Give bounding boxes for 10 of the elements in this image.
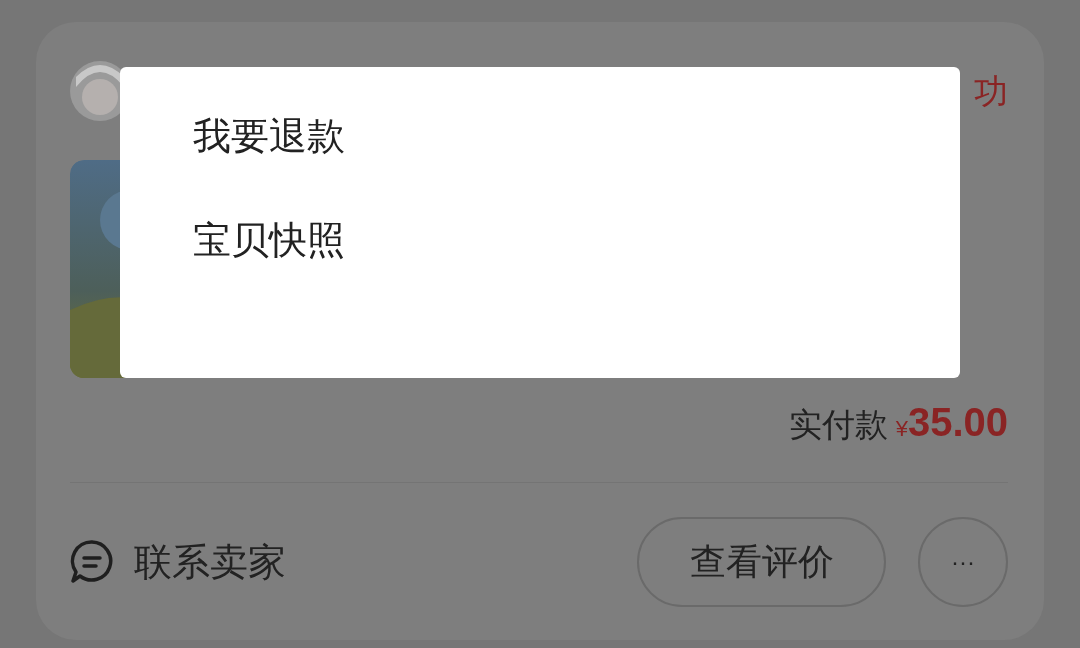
order-status: 功 xyxy=(974,74,1008,108)
more-button[interactable]: ··· xyxy=(918,517,1008,607)
contact-seller-link[interactable]: 联系卖家 xyxy=(134,533,286,591)
payment-label: 实付款 xyxy=(788,405,888,445)
menu-item[interactable]: 宝贝快照 xyxy=(193,221,345,259)
chat-icon xyxy=(70,539,114,585)
amount: 35.00 xyxy=(907,399,1008,446)
menu-item[interactable]: 我要退款 xyxy=(193,117,345,155)
currency-symbol: ¥ xyxy=(895,416,908,443)
review-button[interactable]: 查看评价 xyxy=(637,517,886,607)
